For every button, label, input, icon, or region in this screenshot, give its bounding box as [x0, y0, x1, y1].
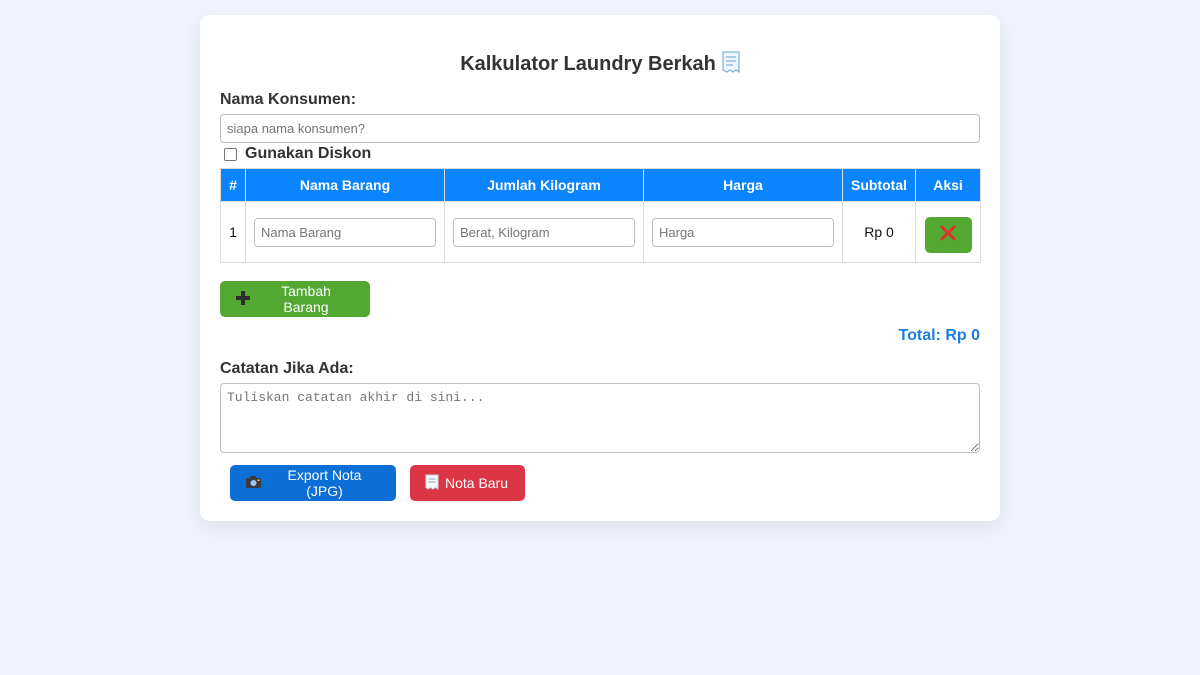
- cross-mark-icon: [940, 225, 956, 244]
- camera-icon: [245, 475, 262, 492]
- weight-input[interactable]: [453, 217, 635, 247]
- notes-label: Catatan Jika Ada:: [220, 360, 354, 377]
- notes-textarea[interactable]: [220, 383, 980, 453]
- page-title-text: Kalkulator Laundry Berkah: [460, 53, 716, 75]
- customer-label: Nama Konsumen:: [220, 91, 357, 108]
- plus-icon: [235, 290, 251, 309]
- items-table: # Nama Barang Jumlah Kilogram Harga Subt…: [220, 168, 981, 263]
- price-input[interactable]: [652, 217, 834, 247]
- subtotal-value: Rp 0: [842, 201, 916, 263]
- col-header-item: Nama Barang: [245, 168, 445, 202]
- export-jpg-button[interactable]: Export Nota (JPG): [230, 465, 396, 501]
- table-row: 1 Rp 0: [220, 201, 981, 263]
- col-header-no: #: [220, 168, 246, 202]
- col-header-action: Aksi: [915, 168, 981, 202]
- new-note-button[interactable]: Nota Baru: [410, 465, 525, 501]
- calculator-card: Kalkulator Laundry Berkah Nama Konsumen:…: [200, 15, 1000, 521]
- col-header-price: Harga: [643, 168, 843, 202]
- price-cell: [643, 201, 843, 263]
- action-cell: [915, 201, 981, 263]
- receipt-icon: [425, 474, 439, 493]
- weight-cell: [444, 201, 644, 263]
- col-header-weight: Jumlah Kilogram: [444, 168, 644, 202]
- discount-checkbox[interactable]: [224, 147, 237, 161]
- delete-row-button[interactable]: [924, 216, 972, 253]
- add-item-button[interactable]: Tambah Barang: [220, 281, 370, 317]
- discount-label: Gunakan Diskon: [245, 145, 372, 162]
- table-header-row: # Nama Barang Jumlah Kilogram Harga Subt…: [220, 168, 981, 202]
- new-note-label: Nota Baru: [445, 475, 509, 491]
- receipt-icon: [722, 51, 740, 74]
- customer-name-input[interactable]: [220, 114, 980, 143]
- col-header-subtotal: Subtotal: [842, 168, 916, 202]
- item-name-input[interactable]: [254, 217, 436, 247]
- add-item-label: Tambah Barang: [281, 283, 331, 315]
- total-amount: Total: Rp 0: [898, 327, 980, 344]
- page-title: Kalkulator Laundry Berkah: [200, 51, 1000, 76]
- export-label: Export Nota (JPG): [287, 467, 362, 499]
- row-number: 1: [220, 201, 246, 263]
- item-name-cell: [245, 201, 445, 263]
- discount-toggle[interactable]: Gunakan Diskon: [224, 145, 371, 163]
